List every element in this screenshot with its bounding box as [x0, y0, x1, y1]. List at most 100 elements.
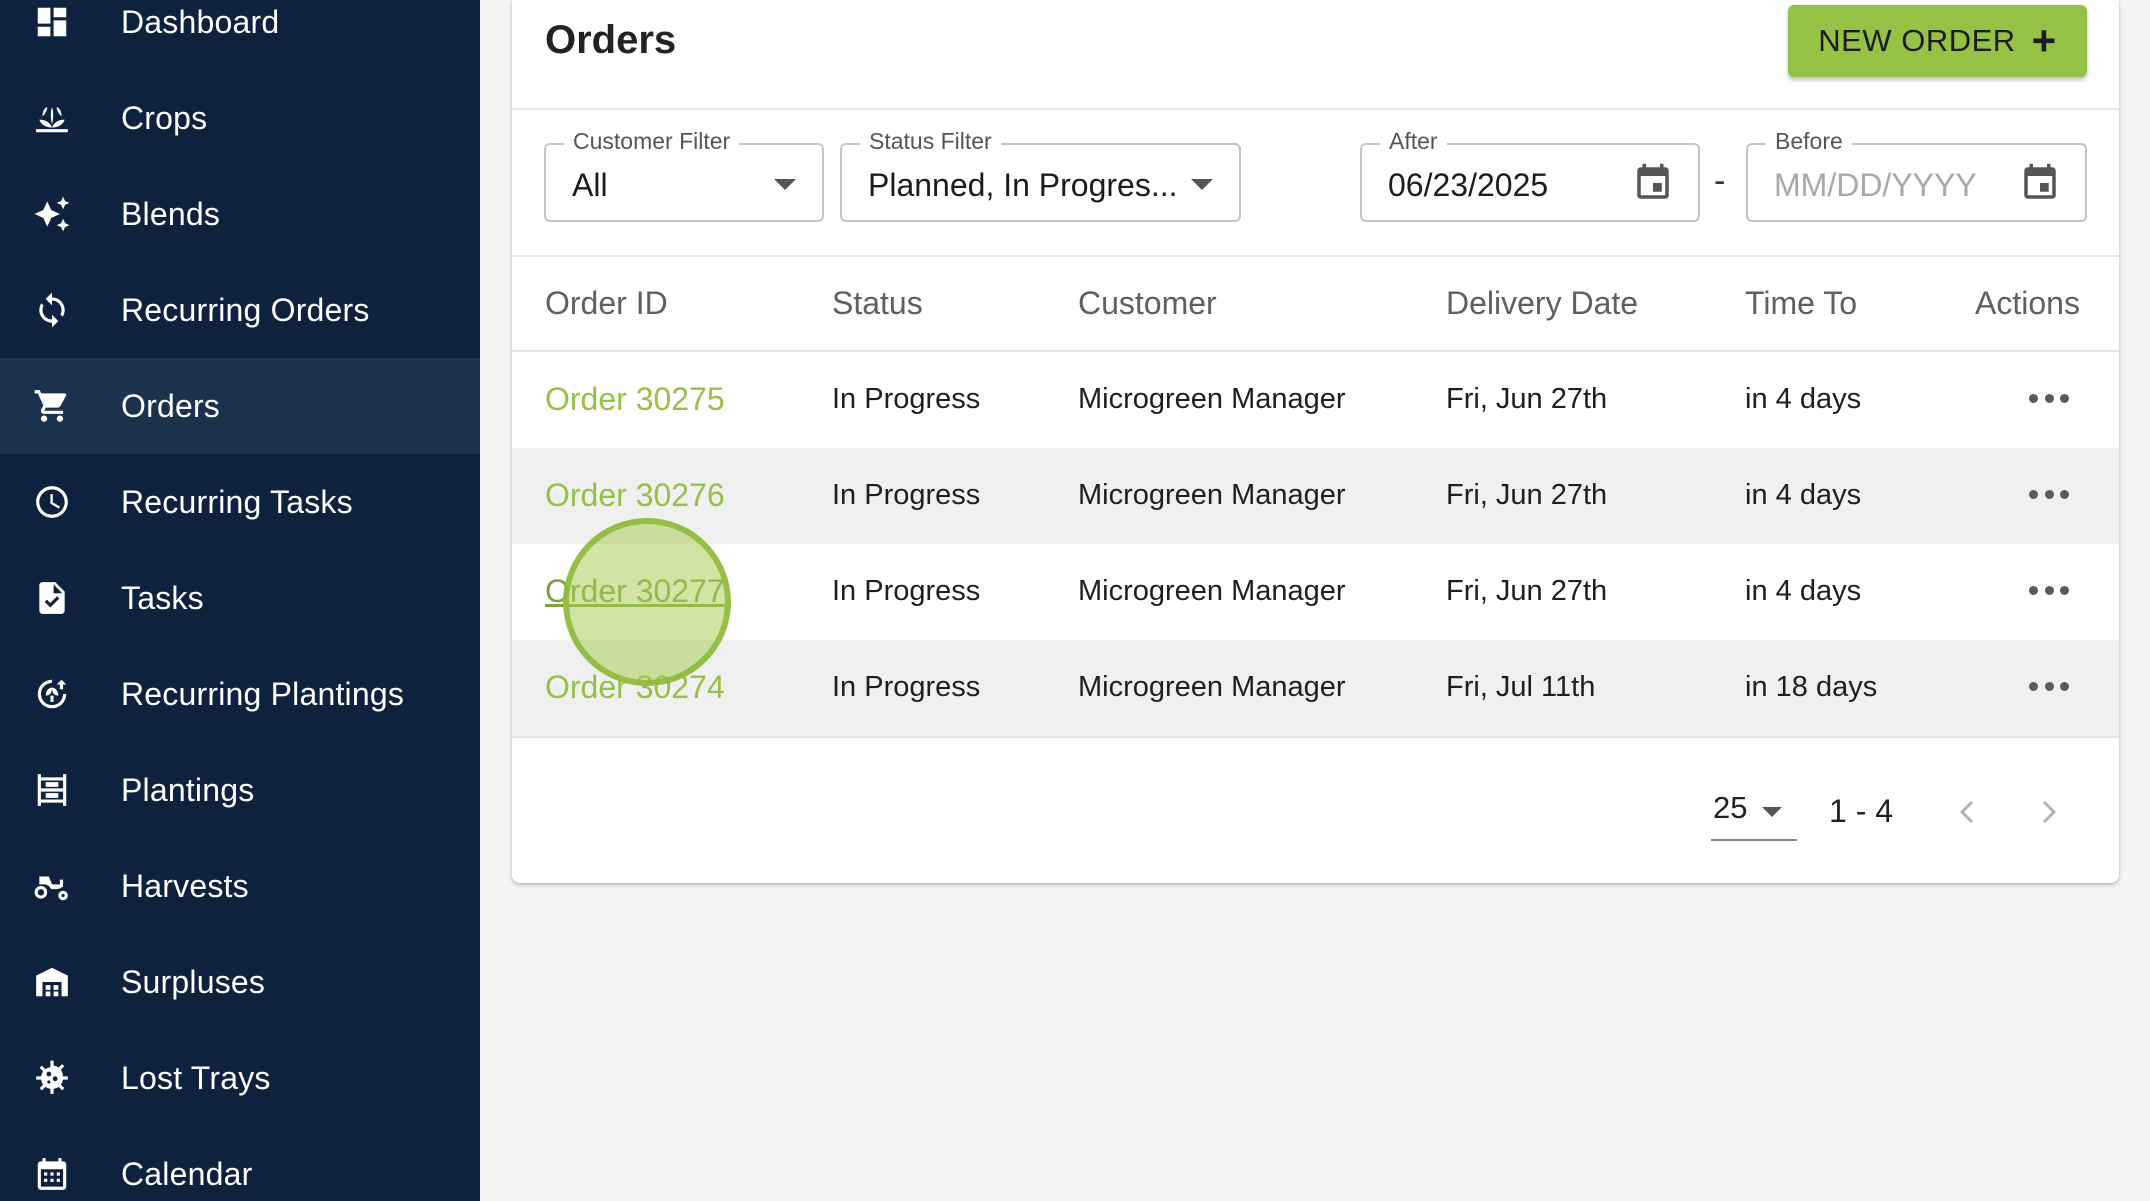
sidebar-item-calendar[interactable]: Calendar: [0, 1126, 480, 1201]
sidebar-item-blends[interactable]: Blends: [0, 166, 480, 262]
sidebar-item-label: Harvests: [121, 867, 249, 904]
after-date-input[interactable]: After 06/23/2025: [1360, 128, 1700, 222]
status-filter-label: Status Filter: [860, 128, 1001, 155]
new-order-label: NEW ORDER: [1818, 23, 2016, 58]
sprout-icon: [32, 98, 72, 138]
order-link[interactable]: Order 30275: [545, 381, 725, 418]
status-filter-select[interactable]: Status Filter Planned, In Progres...: [840, 128, 1241, 222]
clock-icon: [32, 482, 72, 522]
customer-cell: Microgreen Manager: [1078, 383, 1346, 415]
next-page-icon[interactable]: [2032, 793, 2064, 831]
sidebar-item-label: Crops: [121, 99, 208, 136]
status-cell: In Progress: [832, 479, 981, 511]
status-cell: In Progress: [832, 671, 981, 703]
refresh-icon: [32, 290, 72, 330]
date-range-separator: -: [1714, 162, 1726, 200]
sidebar-item-label: Plantings: [121, 771, 255, 808]
order-link[interactable]: Order 30276: [545, 477, 725, 514]
sidebar-item-tasks[interactable]: Tasks: [0, 550, 480, 646]
chevron-down-icon: [1762, 807, 1782, 817]
time-to-cell: in 18 days: [1745, 671, 1878, 703]
more-actions-icon[interactable]: [2029, 486, 2069, 502]
warehouse-icon: [32, 962, 72, 1002]
customer-cell: Microgreen Manager: [1078, 575, 1346, 607]
calendar-icon[interactable]: [1632, 162, 1674, 204]
more-actions-icon[interactable]: [2029, 582, 2069, 598]
dashboard-icon: [32, 2, 72, 42]
checklist-icon: [32, 578, 72, 618]
after-date-value: 06/23/2025: [1388, 167, 1549, 203]
app-window: Dashboard Crops Blends Recurring Orders …: [0, 0, 2150, 1201]
page-range: 1 - 4: [1829, 793, 1894, 829]
sidebar-item-lost-trays[interactable]: Lost Trays: [0, 1030, 480, 1126]
table-row: Order 30274 In Progress Microgreen Manag…: [512, 640, 2119, 736]
page-title: Orders: [545, 18, 677, 62]
plus-icon: +: [2031, 17, 2057, 64]
column-header-time-to[interactable]: Time To: [1745, 285, 1857, 322]
after-date-label: After: [1380, 128, 1447, 155]
sidebar-item-label: Tasks: [121, 579, 204, 616]
status-cell: In Progress: [832, 383, 981, 415]
column-header-customer[interactable]: Customer: [1078, 285, 1217, 322]
chevron-down-icon: [1191, 179, 1213, 190]
sidebar-item-recurring-plantings[interactable]: Recurring Plantings: [0, 646, 480, 742]
sidebar-item-label: Recurring Plantings: [121, 675, 405, 712]
customer-filter-select[interactable]: Customer Filter All: [544, 128, 824, 222]
tray-rack-icon: [32, 770, 72, 810]
sprout-cycle-icon: [32, 674, 72, 714]
more-actions-icon[interactable]: [2029, 678, 2069, 694]
sidebar-item-dashboard[interactable]: Dashboard: [0, 0, 480, 70]
tractor-icon: [32, 866, 72, 906]
sidebar-item-label: Surpluses: [121, 963, 266, 1000]
order-link[interactable]: Order 30277: [545, 573, 725, 610]
more-actions-icon[interactable]: [2029, 390, 2069, 406]
rows-per-page-value: 25: [1713, 790, 1748, 825]
sidebar-item-label: Recurring Orders: [121, 291, 370, 328]
header-divider: [512, 108, 2119, 110]
sidebar-item-orders[interactable]: Orders: [0, 358, 480, 454]
time-to-cell: in 4 days: [1745, 383, 1862, 415]
sidebar-item-crops[interactable]: Crops: [0, 70, 480, 166]
filters-divider: [512, 255, 2119, 257]
customer-filter-value: All: [572, 167, 608, 203]
table-footer-divider: [512, 736, 2119, 738]
before-date-input[interactable]: Before MM/DD/YYYY: [1746, 128, 2087, 222]
sidebar-item-label: Recurring Tasks: [121, 483, 353, 520]
sidebar-item-label: Dashboard: [121, 3, 280, 40]
column-header-actions: Actions: [1975, 285, 2080, 321]
before-date-label: Before: [1766, 128, 1852, 155]
sidebar-item-recurring-tasks[interactable]: Recurring Tasks: [0, 454, 480, 550]
sidebar-item-plantings[interactable]: Plantings: [0, 742, 480, 838]
sparkle-icon: [32, 194, 72, 234]
calendar-icon: [32, 1154, 72, 1194]
rows-per-page-select[interactable]: 25: [1711, 785, 1797, 841]
table-row: Order 30276 In Progress Microgreen Manag…: [512, 448, 2119, 544]
customer-cell: Microgreen Manager: [1078, 479, 1346, 511]
before-date-placeholder: MM/DD/YYYY: [1774, 167, 1977, 203]
chevron-down-icon: [774, 179, 796, 190]
sidebar-item-label: Blends: [121, 195, 221, 232]
column-header-order-id[interactable]: Order ID: [545, 285, 668, 322]
order-link[interactable]: Order 30274: [545, 669, 725, 706]
time-to-cell: in 4 days: [1745, 575, 1862, 607]
customer-cell: Microgreen Manager: [1078, 671, 1346, 703]
delivery-date-cell: Fri, Jul 11th: [1446, 671, 1596, 703]
virus-icon: [32, 1058, 72, 1098]
orders-card: Orders NEW ORDER + Customer Filter All S…: [512, 0, 2119, 883]
sidebar-item-label: Calendar: [121, 1155, 253, 1192]
sidebar-item-harvests[interactable]: Harvests: [0, 838, 480, 934]
new-order-button[interactable]: NEW ORDER +: [1788, 5, 2087, 77]
calendar-icon[interactable]: [2019, 162, 2061, 204]
cart-icon: [32, 386, 72, 426]
status-cell: In Progress: [832, 575, 981, 607]
column-header-status[interactable]: Status: [832, 285, 923, 322]
previous-page-icon[interactable]: [1952, 793, 1984, 831]
table-row: Order 30277 In Progress Microgreen Manag…: [512, 544, 2119, 640]
column-header-delivery-date[interactable]: Delivery Date: [1446, 285, 1638, 322]
delivery-date-cell: Fri, Jun 27th: [1446, 479, 1608, 511]
sidebar-item-label: Lost Trays: [121, 1059, 271, 1096]
sidebar: Dashboard Crops Blends Recurring Orders …: [0, 0, 480, 1201]
sidebar-item-surpluses[interactable]: Surpluses: [0, 934, 480, 1030]
sidebar-item-recurring-orders[interactable]: Recurring Orders: [0, 262, 480, 358]
time-to-cell: in 4 days: [1745, 479, 1862, 511]
